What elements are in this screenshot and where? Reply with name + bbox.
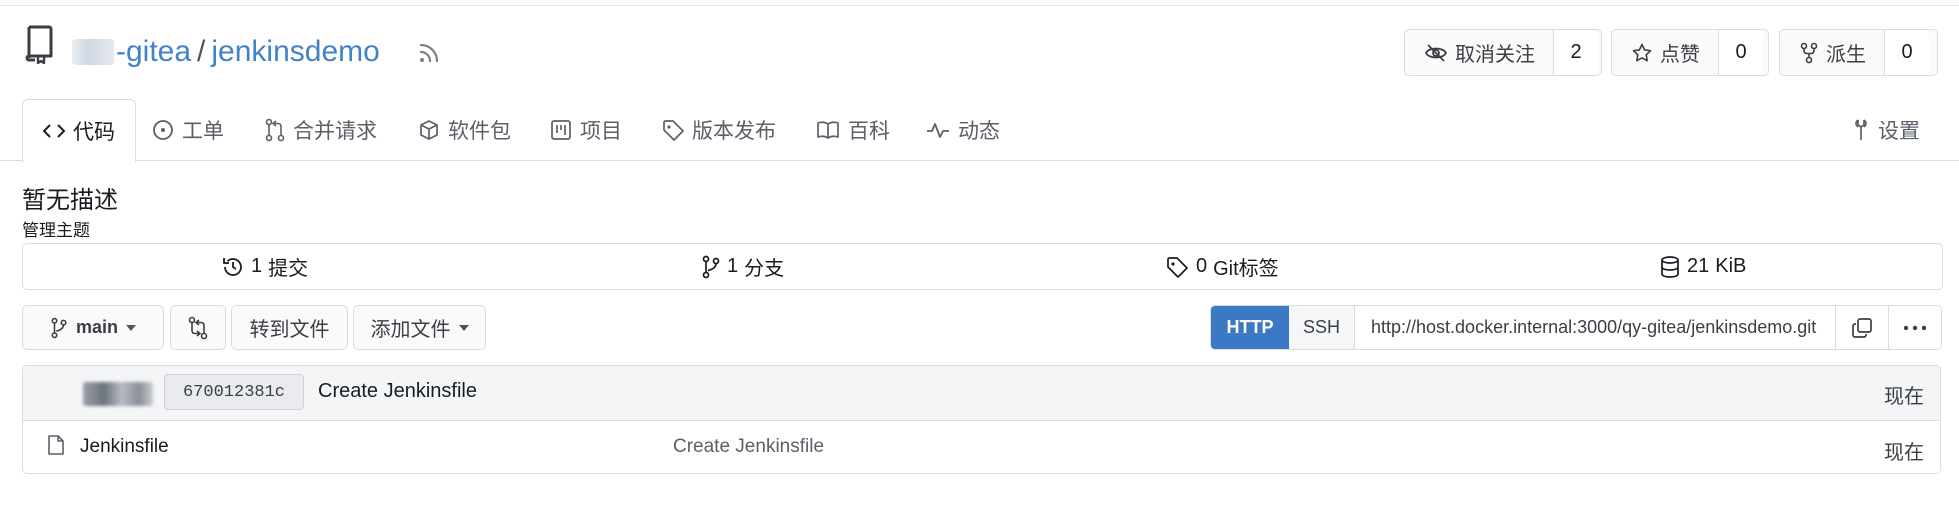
eye-closed-icon <box>1425 43 1447 63</box>
star-icon <box>1632 43 1652 63</box>
tab-packages[interactable]: 软件包 <box>418 100 511 160</box>
manage-topics-link[interactable]: 管理主题 <box>22 216 90 241</box>
avatar[interactable] <box>83 382 153 406</box>
branches-label: 分支 <box>744 258 785 280</box>
owner-blurred-name <box>72 39 114 65</box>
latest-commit-row: 670012381c Create Jenkinsfile 现在 <box>23 366 1940 421</box>
star-label: 点赞 <box>1660 44 1700 66</box>
file-commit-time: 现在 <box>1884 442 1924 464</box>
latest-commit-time: 现在 <box>1884 386 1924 408</box>
branch-icon <box>701 255 721 279</box>
top-divider <box>0 5 1959 6</box>
star-count[interactable]: 0 <box>1718 30 1763 75</box>
size-unit: KiB <box>1715 255 1747 277</box>
clone-ssh-button[interactable]: SSH <box>1289 306 1355 349</box>
tab-pull-requests[interactable]: 合并请求 <box>265 100 377 160</box>
tab-projects[interactable]: 项目 <box>550 100 622 160</box>
tab-label: 合并请求 <box>293 120 377 143</box>
fork-icon <box>1800 42 1818 64</box>
commits-label: 提交 <box>268 258 309 280</box>
unwatch-label: 取消关注 <box>1455 44 1535 66</box>
copy-url-button[interactable] <box>1836 306 1889 349</box>
tag-icon <box>662 119 684 141</box>
rss-icon[interactable] <box>418 42 440 64</box>
watch-button-group: 取消关注 2 <box>1404 29 1602 76</box>
file-commit-message[interactable]: Create Jenkinsfile <box>673 436 824 458</box>
repo-path-separator: / <box>197 35 206 68</box>
repo-stats-bar: 1 提交 1 分支 0 Git标签 21 KiB <box>22 243 1943 290</box>
repo-title: -gitea / jenkinsdemo <box>72 30 380 74</box>
watch-count[interactable]: 2 <box>1553 30 1598 75</box>
more-options-button[interactable] <box>1889 306 1941 349</box>
file-icon <box>47 434 65 456</box>
commits-stat[interactable]: 1 提交 <box>221 244 308 289</box>
tab-wiki[interactable]: 百科 <box>816 100 890 160</box>
add-file-dropdown[interactable]: 添加文件 <box>353 305 486 350</box>
tab-issues[interactable]: 工单 <box>152 100 224 160</box>
tab-activity[interactable]: 动态 <box>926 100 1000 160</box>
pulse-icon <box>926 121 950 139</box>
tab-label: 百科 <box>848 120 890 143</box>
repo-name-link[interactable]: jenkinsdemo <box>211 30 379 74</box>
tab-releases[interactable]: 版本发布 <box>662 100 776 160</box>
commit-sha-button[interactable]: 670012381c <box>164 374 304 410</box>
tools-icon <box>1852 118 1870 142</box>
issue-icon <box>152 119 174 141</box>
kebab-horizontal-icon <box>1903 325 1927 331</box>
branch-name: main <box>75 317 118 337</box>
chevron-down-icon <box>458 324 469 331</box>
tab-label: 项目 <box>580 120 622 143</box>
tab-code[interactable]: 代码 <box>22 99 136 163</box>
tag-icon <box>1166 256 1190 278</box>
fork-label: 派生 <box>1826 44 1866 66</box>
tab-settings[interactable]: 设置 <box>1852 100 1920 160</box>
package-icon <box>418 119 440 141</box>
repo-icon <box>25 24 55 64</box>
unwatch-button[interactable]: 取消关注 <box>1405 30 1553 75</box>
tags-label: Git标签 <box>1213 258 1279 280</box>
latest-commit-message[interactable]: Create Jenkinsfile <box>318 380 477 403</box>
size-stat: 21 KiB <box>1659 244 1746 289</box>
branches-stat[interactable]: 1 分支 <box>701 244 784 289</box>
compare-button[interactable] <box>170 305 226 350</box>
tab-label: 动态 <box>958 120 1000 143</box>
branch-selector[interactable]: main <box>22 305 164 350</box>
fork-count[interactable]: 0 <box>1884 30 1929 75</box>
repo-owner-link[interactable]: -gitea <box>116 30 191 74</box>
go-to-file-button[interactable]: 转到文件 <box>231 305 348 350</box>
clone-http-button[interactable]: HTTP <box>1211 306 1289 349</box>
tab-label: 版本发布 <box>692 120 776 143</box>
tab-bar-divider <box>0 160 1959 161</box>
add-file-label: 添加文件 <box>370 319 451 341</box>
fork-button[interactable]: 派生 <box>1780 30 1884 75</box>
star-button-group: 点赞 0 <box>1611 29 1769 76</box>
branch-icon <box>50 317 68 339</box>
chevron-down-icon <box>126 324 136 331</box>
tab-label: 设置 <box>1878 120 1920 143</box>
history-icon <box>221 255 245 279</box>
file-name-link[interactable]: Jenkinsfile <box>80 436 169 458</box>
star-button[interactable]: 点赞 <box>1612 30 1718 75</box>
database-icon <box>1659 255 1681 279</box>
tab-label: 代码 <box>73 121 115 144</box>
book-icon <box>816 120 840 140</box>
project-icon <box>550 119 572 141</box>
tab-label: 软件包 <box>448 120 511 143</box>
compare-icon <box>188 316 208 340</box>
code-icon <box>43 123 65 139</box>
copy-icon <box>1851 317 1873 339</box>
pull-request-icon <box>265 118 285 142</box>
tags-stat[interactable]: 0 Git标签 <box>1166 244 1279 289</box>
clone-panel: HTTP SSH http://host.docker.internal:300… <box>1210 305 1942 350</box>
commits-count: 1 <box>251 255 263 277</box>
file-table: 670012381c Create Jenkinsfile 现在 Jenkins… <box>22 365 1941 474</box>
tab-label: 工单 <box>182 120 224 143</box>
clone-url-input[interactable]: http://host.docker.internal:3000/qy-gite… <box>1355 306 1836 349</box>
size-value: 21 <box>1687 255 1710 277</box>
branches-count: 1 <box>727 255 739 277</box>
fork-button-group: 派生 0 <box>1779 29 1938 76</box>
repo-description: 暂无描述 <box>22 187 118 214</box>
tags-count: 0 <box>1196 255 1208 277</box>
